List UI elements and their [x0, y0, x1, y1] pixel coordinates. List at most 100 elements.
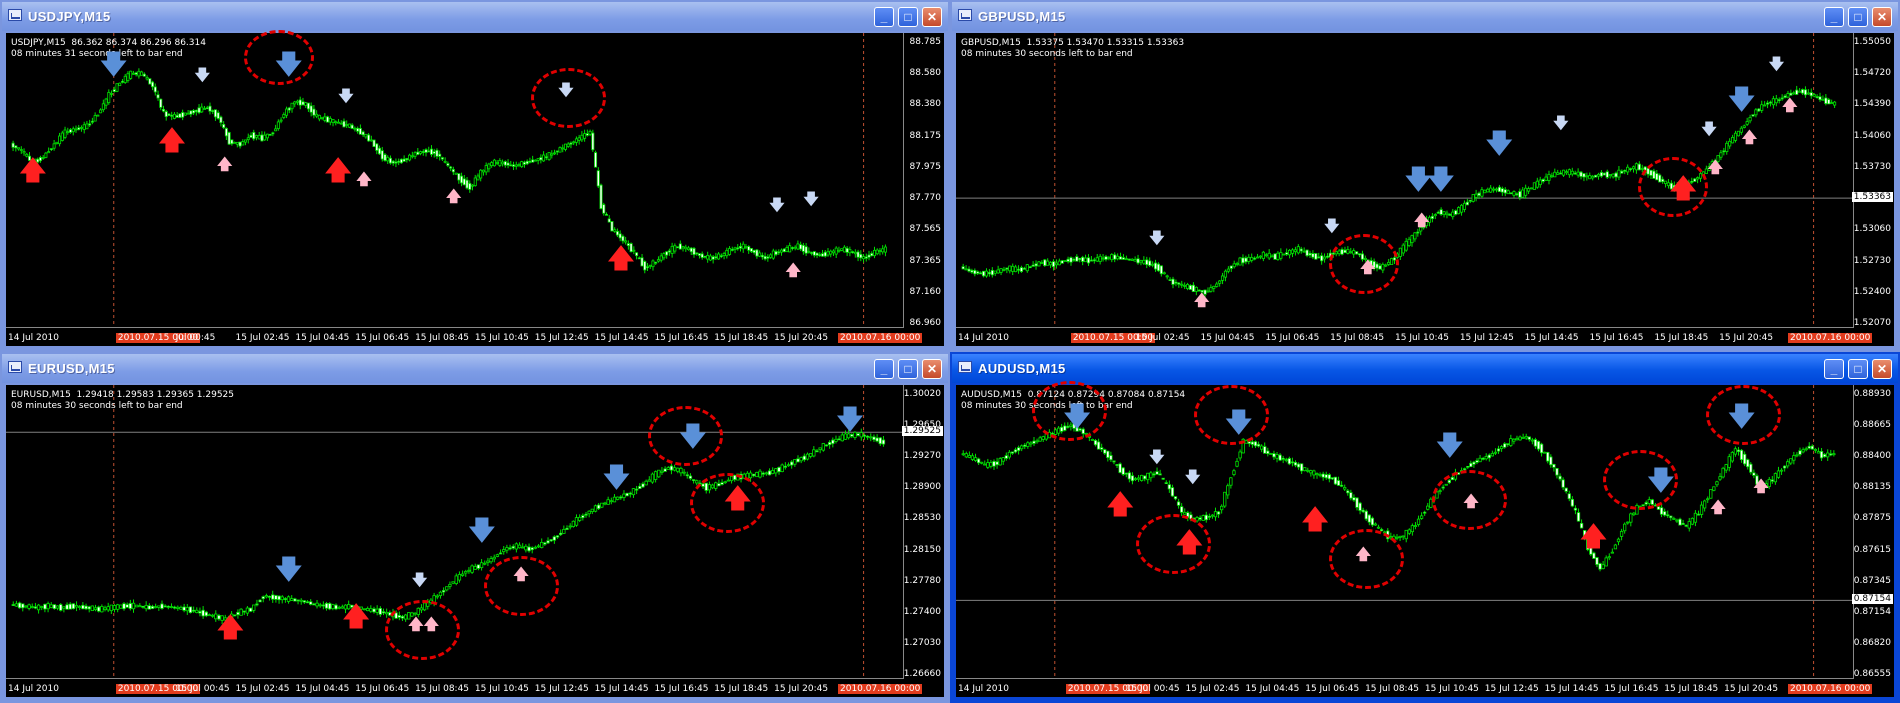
candle-body: [1232, 263, 1236, 268]
candle-body: [1263, 446, 1267, 454]
candle-body: [995, 461, 999, 466]
candle-body: [498, 552, 503, 555]
candle-body: [1454, 210, 1458, 215]
candle-body: [1807, 445, 1811, 449]
candle-body: [1604, 557, 1608, 567]
maximize-icon[interactable]: □: [1848, 359, 1868, 379]
down-arrow-icon: 🡇: [1149, 448, 1165, 466]
price-chart[interactable]: GBPUSD,M15 1.53375 1.53470 1.53315 1.533…: [956, 33, 1894, 346]
candle-body: [1436, 211, 1440, 214]
candle-body: [52, 143, 56, 149]
candle-body: [416, 151, 420, 155]
candle-body: [65, 604, 69, 610]
candle-body: [125, 604, 129, 608]
candle-body: [1311, 253, 1315, 258]
candle-body: [1736, 449, 1741, 453]
minimize-icon[interactable]: _: [874, 7, 894, 27]
candle-body: [1789, 458, 1793, 464]
candle-body: [1255, 256, 1260, 259]
candle-body: [543, 542, 547, 545]
candle-body: [454, 575, 458, 584]
candle-body: [1207, 515, 1211, 518]
close-icon[interactable]: ✕: [922, 7, 942, 27]
window-titlebar[interactable]: EURUSD,M15 _ □ ✕: [2, 354, 948, 383]
candle-body: [441, 590, 446, 593]
candle-body: [147, 605, 151, 610]
candle-body: [1218, 280, 1222, 284]
window-titlebar[interactable]: USDJPY,M15 _ □ ✕: [2, 2, 948, 31]
candle-body: [998, 458, 1002, 466]
candle-body: [1276, 252, 1280, 260]
candle-body: [970, 455, 975, 460]
window-titlebar[interactable]: GBPUSD,M15 _ □ ✕: [952, 2, 1898, 31]
price-tick-label: 1.28900: [903, 482, 941, 493]
time-tick-label: 15 Jul 02:45: [1135, 333, 1190, 343]
candle-body: [1585, 175, 1589, 178]
candle-body: [550, 153, 554, 156]
candle-body: [1308, 252, 1312, 256]
candle-body: [581, 515, 585, 519]
candle-body: [1250, 257, 1254, 261]
price-chart[interactable]: EURUSD,M15 1.29418 1.29583 1.29365 1.295…: [6, 385, 944, 697]
candle-body: [1509, 438, 1513, 446]
candle-body: [663, 468, 667, 472]
candle-body: [172, 606, 177, 609]
candle-body: [476, 564, 481, 569]
price-chart[interactable]: USDJPY,M15 86.362 86.374 86.296 86.314 0…: [6, 30, 944, 346]
candle-body: [21, 603, 25, 609]
candle-body: [427, 150, 431, 153]
price-tick-label: 0.87154: [1853, 606, 1891, 617]
maximize-icon[interactable]: □: [898, 7, 918, 27]
candle-body: [141, 605, 145, 608]
candle-body: [549, 539, 553, 542]
chart-window-gbpusd[interactable]: GBPUSD,M15 _ □ ✕ GBPUSD,M15 1.53375 1.53…: [950, 0, 1900, 352]
window-titlebar[interactable]: AUDUSD,M15 _ □ ✕: [952, 354, 1898, 383]
candle-body: [1533, 439, 1538, 447]
window-title: USDJPY,M15: [28, 9, 111, 24]
candle-body: [989, 462, 993, 467]
chart-window-audusd[interactable]: AUDUSD,M15 _ □ ✕ AUDUSD,M15 0.87124 0.87…: [950, 352, 1900, 703]
minimize-icon[interactable]: _: [1824, 359, 1844, 379]
candle-body: [438, 153, 442, 157]
price-tick-label: 1.27030: [903, 637, 941, 648]
price-tick-label: 87.565: [909, 224, 942, 235]
chart-window-usdjpy[interactable]: USDJPY,M15 _ □ ✕ USDJPY,M15 86.362 86.37…: [0, 0, 950, 352]
candle-body: [1395, 536, 1399, 539]
chart-window-eurusd[interactable]: EURUSD,M15 _ □ ✕ EURUSD,M15 1.29418 1.29…: [0, 352, 950, 703]
candle-body: [1746, 459, 1750, 468]
minimize-icon[interactable]: _: [874, 359, 894, 379]
candle-body: [856, 251, 860, 258]
candle-body: [227, 132, 231, 145]
highlight-circle: [1638, 156, 1709, 217]
candle-body: [1016, 268, 1021, 271]
candle-body: [552, 536, 557, 541]
candle-body: [760, 254, 764, 258]
candle-body: [587, 510, 591, 515]
candle-body: [99, 109, 103, 114]
close-icon[interactable]: ✕: [1872, 359, 1892, 379]
candle-body: [181, 112, 185, 118]
close-icon[interactable]: ✕: [922, 359, 942, 379]
candle-body: [1629, 168, 1633, 170]
down-arrow-icon: 🡇: [803, 191, 819, 209]
candle-body: [490, 162, 494, 167]
close-icon[interactable]: ✕: [1872, 7, 1892, 27]
minimize-icon[interactable]: _: [1824, 7, 1844, 27]
time-tick-label: 15 Jul 06:45: [1305, 684, 1360, 694]
candle-body: [197, 107, 201, 114]
candle-body: [364, 133, 368, 138]
candle-body: [1101, 257, 1105, 260]
current-price-label: 1.29525: [901, 426, 943, 437]
candle-body: [1798, 90, 1802, 93]
candle-body: [728, 248, 732, 255]
price-chart[interactable]: AUDUSD,M15 0.87124 0.87294 0.87084 0.871…: [956, 381, 1894, 697]
candle-body: [1025, 264, 1029, 272]
maximize-icon[interactable]: □: [1848, 7, 1868, 27]
candle-body: [872, 436, 876, 441]
candle-body: [467, 569, 471, 572]
candle-body: [1672, 518, 1676, 520]
candle-body: [1733, 132, 1738, 141]
candle-body: [697, 253, 701, 256]
candle-body: [1133, 259, 1137, 262]
maximize-icon[interactable]: □: [898, 359, 918, 379]
